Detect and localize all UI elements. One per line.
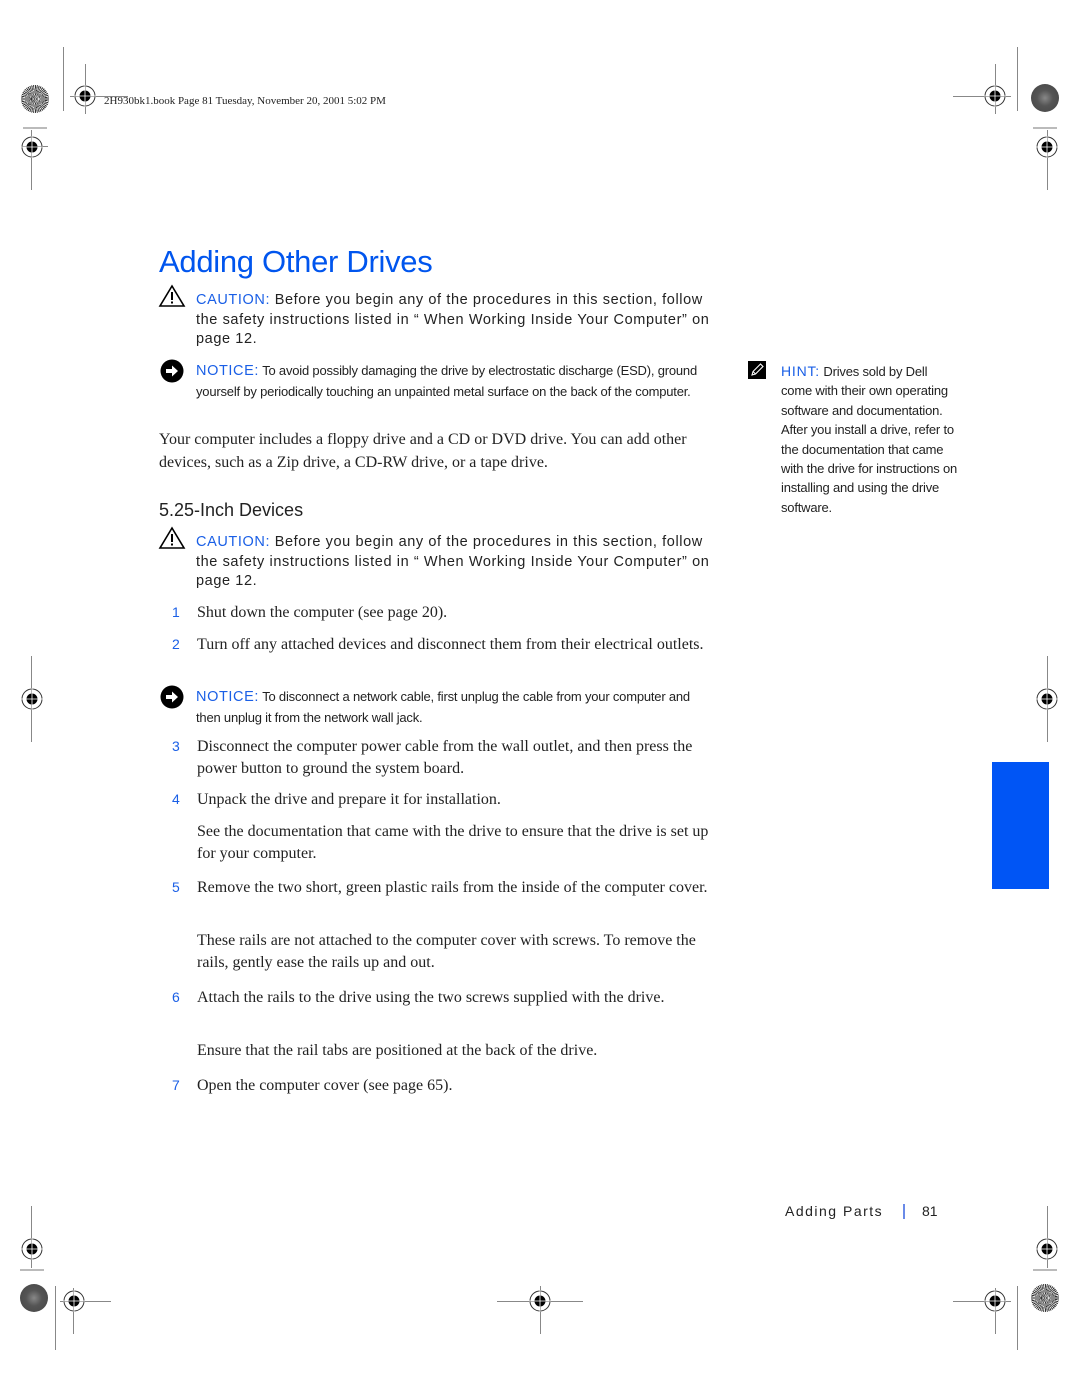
warning-triangle-icon <box>158 284 186 307</box>
registration-target-icon <box>21 1238 43 1260</box>
notice-2: NOTICE: To disconnect a network cable, f… <box>196 687 716 727</box>
registration-rosette-icon <box>20 1284 48 1312</box>
crop-bar <box>1033 1269 1057 1271</box>
registration-target-icon <box>21 688 43 710</box>
warning-triangle-icon <box>158 526 186 549</box>
footer-section-title: Adding Parts <box>785 1203 884 1219</box>
step-number: 7 <box>172 1077 180 1093</box>
step-number: 5 <box>172 879 180 895</box>
notice-text: To avoid possibly damaging the drive by … <box>196 363 697 399</box>
registration-target-icon <box>21 136 43 158</box>
step-text: Remove the two short, green plastic rail… <box>197 879 708 896</box>
step-text: Open the computer cover (see page 65). <box>197 1077 453 1094</box>
step-note: These rails are not attached to the comp… <box>197 932 696 971</box>
step-number: 3 <box>172 738 180 754</box>
crop-bar <box>1033 127 1057 129</box>
step-text: Shut down the computer (see page 20). <box>197 604 448 621</box>
intro-paragraph: Your computer includes a floppy drive an… <box>159 431 687 471</box>
crop-line <box>63 47 64 111</box>
step-note: See the documentation that came with the… <box>197 823 709 862</box>
step-text: Turn off any attached devices and discon… <box>197 636 704 653</box>
crop-line <box>1017 47 1018 111</box>
step-number: 1 <box>172 604 180 620</box>
notice-label: NOTICE: <box>196 363 260 379</box>
registration-rosette-icon <box>1031 84 1059 112</box>
notice-1: NOTICE: To avoid possibly damaging the d… <box>196 361 716 401</box>
hint-label: HINT: <box>781 363 820 379</box>
caution-label: CAUTION: <box>196 292 271 308</box>
step-text: Unpack the drive and prepare it for inst… <box>197 791 501 808</box>
arrow-circle-icon <box>160 359 184 383</box>
registration-target-icon <box>1036 688 1058 710</box>
crop-bar <box>20 1269 44 1271</box>
registration-target-icon <box>1036 136 1058 158</box>
registration-rosette-icon <box>1031 1284 1059 1312</box>
registration-target-icon <box>63 1290 85 1312</box>
crop-line <box>1017 1286 1018 1350</box>
chapter-thumb-tab <box>992 762 1049 889</box>
step-number: 6 <box>172 989 180 1005</box>
registration-rosette-icon <box>21 85 49 113</box>
registration-target-icon <box>74 85 96 107</box>
footer-separator <box>903 1204 905 1219</box>
registration-target-icon <box>1036 1238 1058 1260</box>
hint-text: Drives sold by Dell come with their own … <box>781 364 958 515</box>
caution-1: CAUTION: Before you begin any of the pro… <box>196 291 716 350</box>
registration-target-icon <box>984 85 1006 107</box>
pencil-icon <box>748 361 766 379</box>
caution-text: Before you begin any of the procedures i… <box>196 292 710 347</box>
crop-line <box>55 1286 56 1350</box>
caution-2: CAUTION: Before you begin any of the pro… <box>196 533 716 592</box>
step-text: Attach the rails to the drive using the … <box>197 989 665 1006</box>
step-number: 2 <box>172 636 180 652</box>
print-header: 2H930bk1.book Page 81 Tuesday, November … <box>104 95 386 107</box>
caution-label: CAUTION: <box>196 534 271 550</box>
section-heading: 5.25-Inch Devices <box>159 500 304 520</box>
registration-target-icon <box>984 1290 1006 1312</box>
step-note: Ensure that the rail tabs are positioned… <box>197 1042 598 1059</box>
registration-target-icon <box>529 1290 551 1312</box>
caution-text: Before you begin any of the procedures i… <box>196 534 710 589</box>
hint-note: HINT: Drives sold by Dell come with thei… <box>781 362 961 517</box>
notice-text: To disconnect a network cable, first unp… <box>196 689 690 725</box>
crop-bar <box>23 127 47 129</box>
page-title: Adding Other Drives <box>159 244 433 279</box>
notice-label: NOTICE: <box>196 689 260 705</box>
step-text: Disconnect the computer power cable from… <box>197 738 693 777</box>
page-number: 81 <box>922 1203 938 1219</box>
step-number: 4 <box>172 791 180 807</box>
arrow-circle-icon <box>160 685 184 709</box>
